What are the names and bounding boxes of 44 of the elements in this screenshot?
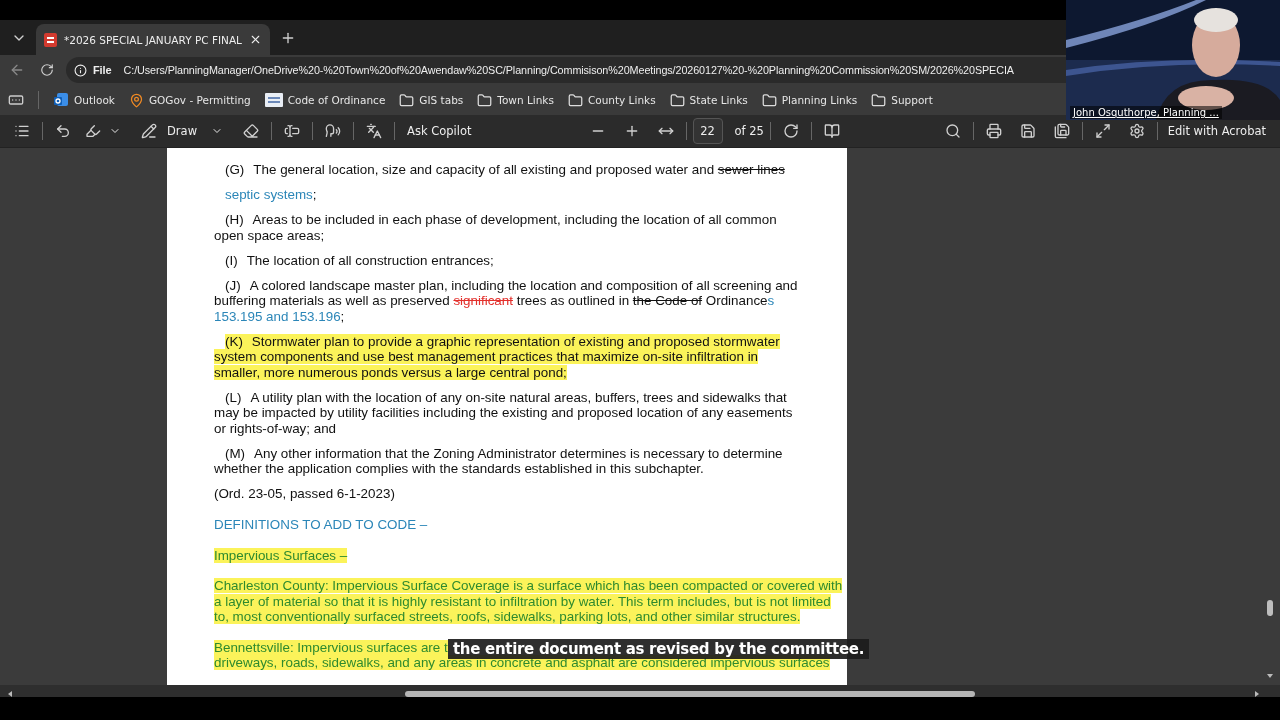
edit-with-acrobat-button[interactable]: Edit with Acrobat xyxy=(1167,124,1266,138)
draw-button[interactable]: Draw xyxy=(167,124,198,138)
pdf-file-icon xyxy=(44,32,57,47)
paragraph: (J) A colored landscape master plan, including the location and composition of all screening and buffering materials as well as preserved significant trees as outlined in the Code of Ordinances 153.195 and 153.196; xyxy=(214,277,799,324)
bookmark[interactable]: Outlook xyxy=(53,92,115,108)
paragraph: Impervious Surfaces – xyxy=(214,547,349,563)
ask-copilot-button[interactable]: Ask Copilot xyxy=(407,124,472,138)
collections-icon[interactable] xyxy=(8,92,24,108)
bookmark[interactable]: Town Links xyxy=(477,92,554,108)
info-icon xyxy=(74,63,87,77)
paragraph: (G) The general location, size and capacity of all existing and proposed water and sewer lines xyxy=(224,162,786,178)
back-icon[interactable] xyxy=(9,62,25,78)
bookmark[interactable]: Support xyxy=(871,92,933,108)
paragraph: Charleston County: Impervious Surface Coverage is a surface which has been compacted or covered with a layer of material so that it is highly resistant to infiltration by water. This term includes, but is not limited to, most conventionally surfaced streets, roofs, sidewalks, parking lots, and other similar structures. xyxy=(214,578,844,625)
paragraph: (K) Stormwater plan to provide a graphic representation of existing and proposed stormwater system components and use best management practices that maximize on-site infiltration in smaller, more numerous ponds versus a large central pond; xyxy=(214,333,781,380)
paragraph: (H) Areas to be included in each phase of development, including the location of all common open space areas; xyxy=(214,212,778,243)
map-pin-icon xyxy=(128,92,144,108)
bookmark[interactable]: Code of Ordinance xyxy=(264,93,386,107)
paragraph: (Ord. 23-05, passed 6-1-2023) xyxy=(214,486,396,502)
folder-icon xyxy=(399,92,415,108)
reload-icon[interactable] xyxy=(40,63,54,77)
section-heading: DEFINITIONS TO ADD TO CODE – xyxy=(214,517,429,533)
folder-icon xyxy=(669,92,685,108)
live-caption: the entire document as revised by the committee. xyxy=(448,639,870,659)
bookmark[interactable]: GOGov - Permitting xyxy=(128,92,251,108)
page-count: of 25 xyxy=(734,124,764,138)
address-field[interactable]: File C:/Users/PlanningManager/OneDrive%20-%20Town%20of%20Awendaw%20SC/Planning/Commisison%20Meetings/20260127%20-%20Planning%20Commission%20SM/2026%20SPECIA xyxy=(66,57,1066,83)
bookmark[interactable]: Planning Links xyxy=(761,92,858,108)
paragraph: (L) A utility plan with the location of any on-site natural areas, buffers, trees and sidewalks that may be impacted by utility facilities including the existing and proposed location of any easements or rights-of-way; and xyxy=(214,389,794,436)
participant-name: John Osquthorpe, Planning ... xyxy=(1070,106,1222,119)
browser-tab[interactable]: *2026 SPECIAL JANUARY PC FINAL xyxy=(36,24,270,55)
document-logo-icon xyxy=(264,93,283,107)
page-number-field[interactable]: 22 xyxy=(692,118,723,144)
bookmark[interactable]: State Links xyxy=(669,92,748,108)
folder-icon xyxy=(567,92,583,108)
folder-icon xyxy=(761,92,777,108)
bookmark[interactable]: County Links xyxy=(567,92,656,108)
paragraph: (M) Any other information that the Zoning Administrator determines is necessary to determine whether the application complies with the standards established in this subchapter. xyxy=(214,445,784,477)
folder-icon xyxy=(871,92,887,108)
folder-icon xyxy=(477,92,493,108)
paragraph: (I) The location of all construction entrances; xyxy=(224,252,495,268)
mail-app-icon xyxy=(53,92,69,108)
paragraph: septic systems; xyxy=(224,187,318,203)
bookmark[interactable]: GIS tabs xyxy=(399,92,464,108)
